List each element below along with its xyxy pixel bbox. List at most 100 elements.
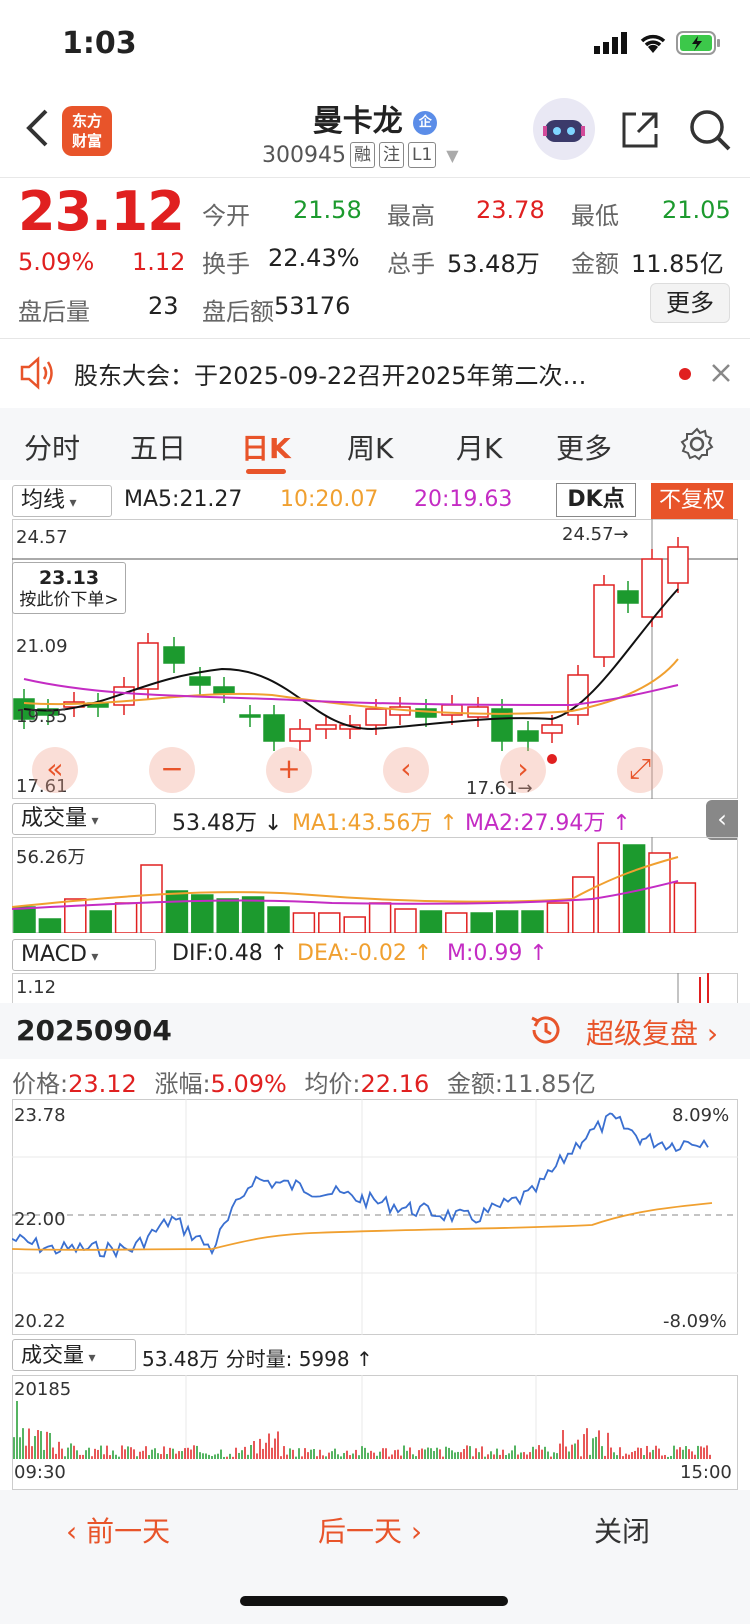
tab-intraday[interactable]: 分时 xyxy=(24,427,80,467)
prev-day-button[interactable]: ‹ 前一天 xyxy=(66,1510,170,1550)
volume-bar xyxy=(89,910,112,933)
volume-bar xyxy=(165,890,189,933)
candle-body xyxy=(213,686,235,694)
search-icon[interactable] xyxy=(688,108,732,152)
notice-text[interactable]: 股东大会：于2025-09-22召开2025年第二次… xyxy=(74,356,664,391)
share-icon[interactable] xyxy=(618,108,662,152)
candle-body xyxy=(641,558,663,618)
signal-icon xyxy=(594,32,627,54)
volume-bar xyxy=(13,906,36,933)
volume-bar xyxy=(572,876,595,933)
volume-select[interactable]: 成交量 xyxy=(12,803,156,835)
candle-body xyxy=(467,706,489,718)
dropdown-caret-icon[interactable]: ▼ xyxy=(446,146,458,165)
adjust-type-button[interactable]: 不复权 xyxy=(651,483,733,519)
volume-bar xyxy=(267,906,290,933)
volume-bar xyxy=(241,896,265,933)
side-panel-toggle-icon[interactable]: ‹ xyxy=(706,800,738,840)
candle-body xyxy=(517,730,539,742)
ma-select[interactable]: 均线 xyxy=(12,485,112,517)
settings-gear-icon[interactable] xyxy=(679,426,715,462)
candle-body xyxy=(617,590,639,604)
candle-body xyxy=(239,714,261,718)
volume-bar xyxy=(597,842,620,933)
low-label: 最低 xyxy=(571,202,619,230)
history-clock-icon[interactable] xyxy=(528,1012,564,1048)
volume-bar xyxy=(495,910,519,933)
candle-body xyxy=(667,546,689,584)
intraday-volume-chart xyxy=(13,1375,711,1459)
intraday-date: 20250904 xyxy=(16,1014,172,1047)
next-day-button[interactable]: 后一天 › xyxy=(318,1510,422,1550)
turnover-value: 22.43% xyxy=(268,244,360,272)
total-hands-label: 总手 xyxy=(387,250,435,278)
high-value: 23.78 xyxy=(476,196,545,224)
open-label: 今开 xyxy=(202,202,250,230)
volume-bar xyxy=(38,918,62,933)
battery-icon xyxy=(676,31,720,55)
stock-code: 300945 xyxy=(262,142,346,168)
super-replay-link[interactable]: 超级复盘 › xyxy=(586,1012,718,1052)
volume-bar xyxy=(368,902,392,933)
tag-registered: 注 xyxy=(378,142,404,168)
intraday-summary: 价格:23.12 涨幅:5.09% 均价:22.16 金额:11.85亿 xyxy=(12,1070,596,1098)
enterprise-badge-icon: 企 xyxy=(413,110,438,135)
more-quote-button[interactable]: 更多 xyxy=(650,283,730,323)
amount-label: 金额 xyxy=(571,250,619,278)
intraday-pct-bottom: -8.09% xyxy=(663,1311,727,1332)
change-amount: 1.12 xyxy=(132,248,186,276)
tab-daily-k[interactable]: 日K xyxy=(241,427,291,467)
low-value: 21.05 xyxy=(662,196,731,224)
ma5-legend: MA5:21.27 xyxy=(124,487,243,512)
volume-bar xyxy=(140,864,163,933)
tab-five-day[interactable]: 五日 xyxy=(130,427,186,467)
signal-dot xyxy=(547,754,557,764)
candle-body xyxy=(189,676,211,686)
close-icon[interactable] xyxy=(710,362,732,384)
volume-bar xyxy=(292,912,316,933)
intraday-chart[interactable] xyxy=(12,1099,738,1335)
ma20-legend: 20:19.63 xyxy=(414,487,513,512)
scroll-left-icon[interactable]: ‹ xyxy=(383,747,429,793)
kline-y-label: 24.57 xyxy=(16,527,68,548)
speaker-icon xyxy=(20,356,53,390)
intraday-volume-select[interactable]: 成交量 xyxy=(12,1339,136,1371)
intraday-volume-legend: 53.48万 分时量: 5998 ↑ xyxy=(142,1347,373,1371)
dk-point-button[interactable]: DK点 xyxy=(556,483,636,517)
volume-chart[interactable] xyxy=(12,837,738,933)
price-order-tag[interactable]: 23.13 按此价下单> xyxy=(12,562,126,614)
volume-bar xyxy=(445,912,468,933)
after-hours-amount-label: 盘后额 xyxy=(202,298,274,326)
zoom-out-icon[interactable]: − xyxy=(149,747,195,793)
tab-weekly-k[interactable]: 周K xyxy=(347,427,393,467)
scroll-right-icon[interactable]: › xyxy=(500,747,546,793)
divider xyxy=(0,338,750,339)
intraday-price-line xyxy=(12,1112,709,1259)
price-tag-hint: 按此价下单> xyxy=(19,590,119,610)
volume-bar xyxy=(470,912,493,933)
close-button[interactable]: 关闭 xyxy=(594,1510,650,1550)
after-hours-volume: 23 xyxy=(148,292,179,320)
macd-chart xyxy=(677,973,709,1005)
macd-select[interactable]: MACD xyxy=(12,939,156,971)
candle-body xyxy=(315,724,337,730)
stock-name: 曼卡龙 xyxy=(312,104,403,139)
after-hours-amount: 53176 xyxy=(274,292,351,320)
tab-more[interactable]: 更多 xyxy=(556,427,612,467)
stock-code-row: 300945 融 注 L1 ▼ xyxy=(262,142,459,168)
tab-monthly-k[interactable]: 月K xyxy=(456,427,502,467)
after-hours-volume-label: 盘后量 xyxy=(18,298,90,326)
fullscreen-icon[interactable]: ⤢ xyxy=(617,747,663,793)
volume-bar xyxy=(673,882,697,933)
candle-body xyxy=(263,714,285,742)
volume-bar xyxy=(64,898,87,933)
home-indicator xyxy=(240,1596,508,1606)
zoom-in-icon[interactable]: + xyxy=(266,747,312,793)
scroll-left-fast-icon[interactable]: « xyxy=(32,747,78,793)
status-time: 1:03 xyxy=(62,26,137,61)
time-start: 09:30 xyxy=(14,1462,66,1483)
macd-m-legend: M:0.99 ↑ xyxy=(447,941,548,966)
intraday-volume-y: 20185 xyxy=(14,1379,72,1400)
robot-assistant-icon[interactable] xyxy=(533,98,595,160)
kline-y-label: 19.35 xyxy=(16,706,68,727)
